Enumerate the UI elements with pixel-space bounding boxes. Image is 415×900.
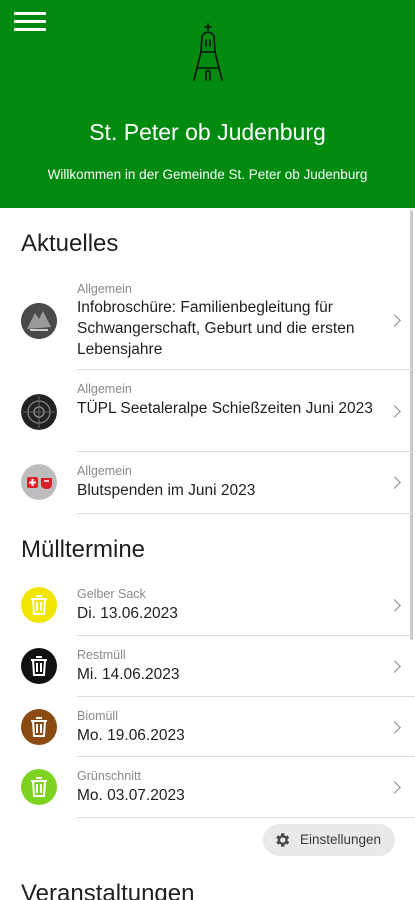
waste-item[interactable]: Biomüll Mo. 19.06.2023 xyxy=(0,697,415,757)
chevron-right-icon xyxy=(388,781,401,794)
target-thumbnail xyxy=(21,394,57,430)
gear-icon xyxy=(276,833,290,847)
hand-photo-thumbnail xyxy=(21,303,57,339)
news-item[interactable]: Allgemein Blutspenden im Juni 2023 xyxy=(0,452,415,514)
waste-section-title: Mülltermine xyxy=(21,536,146,563)
chevron-right-icon xyxy=(388,314,401,327)
waste-item[interactable]: Gelber Sack Di. 13.06.2023 xyxy=(0,575,415,636)
news-category: Allgemein xyxy=(77,282,132,296)
events-section-title: Veranstaltungen xyxy=(21,880,195,900)
news-title: Infobroschüre: Familienbegleitung für Sc… xyxy=(77,299,355,358)
news-item[interactable]: Allgemein Infobroschüre: Familienbegleit… xyxy=(0,276,415,370)
waste-item[interactable]: Grünschnitt Mo. 03.07.2023 xyxy=(0,757,415,818)
chevron-right-icon xyxy=(388,660,401,673)
waste-type: Biomüll xyxy=(77,709,118,723)
trash-can-icon xyxy=(21,648,57,684)
trash-can-icon xyxy=(21,709,57,745)
chevron-right-icon xyxy=(388,405,401,418)
waste-type: Restmüll xyxy=(77,648,126,662)
hamburger-menu-icon[interactable] xyxy=(14,12,46,32)
trash-can-icon xyxy=(21,769,57,805)
waste-type: Grünschnitt xyxy=(77,769,141,783)
site-subtitle: Willkommen in der Gemeinde St. Peter ob … xyxy=(47,167,368,182)
news-section-title: Aktuelles xyxy=(21,230,119,257)
waste-date: Mi. 14.06.2023 xyxy=(77,666,180,683)
chevron-right-icon xyxy=(388,599,401,612)
settings-label: Einstellungen xyxy=(300,832,382,847)
chevron-right-icon xyxy=(388,476,401,489)
blood-donation-thumbnail xyxy=(21,464,57,500)
news-item[interactable]: Allgemein TÜPL Seetaleralpe Schießzeiten… xyxy=(0,370,415,452)
news-category: Allgemein xyxy=(77,382,132,396)
site-title: St. Peter ob Judenburg xyxy=(89,119,326,145)
church-tower-logo xyxy=(193,23,223,81)
waste-type: Gelber Sack xyxy=(77,587,146,601)
waste-item[interactable]: Restmüll Mi. 14.06.2023 xyxy=(0,636,415,697)
waste-date: Di. 13.06.2023 xyxy=(77,605,178,622)
trash-can-icon xyxy=(21,587,57,623)
settings-button[interactable]: Einstellungen xyxy=(263,824,395,856)
news-title: TÜPL Seetaleralpe Schießzeiten Juni 2023 xyxy=(77,400,373,417)
divider xyxy=(77,513,415,514)
waste-date: Mo. 19.06.2023 xyxy=(77,727,185,744)
waste-date: Mo. 03.07.2023 xyxy=(77,787,185,804)
chevron-right-icon xyxy=(388,721,401,734)
app-header: St. Peter ob Judenburg Willkommen in der… xyxy=(0,0,415,208)
news-category: Allgemein xyxy=(77,464,132,478)
divider xyxy=(77,817,415,818)
news-title: Blutspenden im Juni 2023 xyxy=(77,482,256,499)
